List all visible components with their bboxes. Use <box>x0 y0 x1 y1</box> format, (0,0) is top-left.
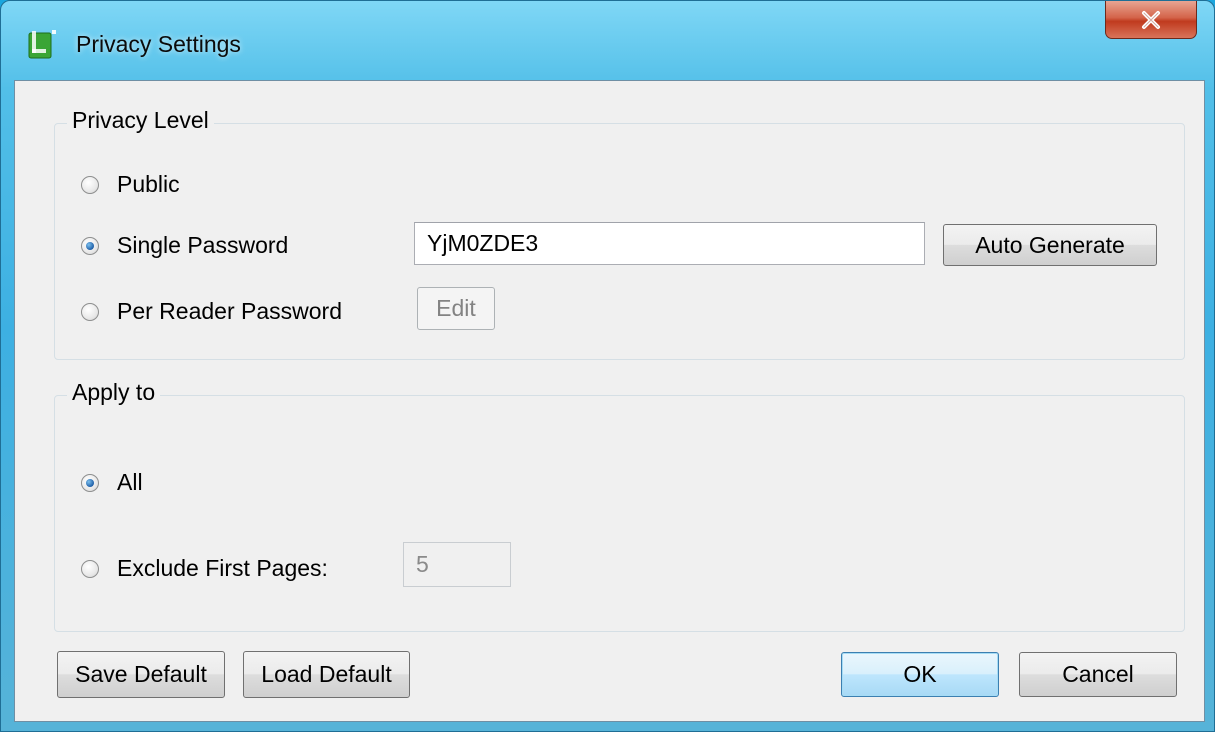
apply-to-group: Apply to All Exclude First Pages: 5 <box>54 379 1185 632</box>
window-frame: Privacy Settings Privacy Level Public Si… <box>0 0 1215 732</box>
privacy-level-group: Privacy Level Public Single Password YjM… <box>54 107 1185 360</box>
privacy-level-legend: Privacy Level <box>67 107 214 134</box>
per-reader-password-label: Per Reader Password <box>117 298 342 324</box>
load-default-button[interactable]: Load Default <box>243 651 410 698</box>
close-icon <box>1142 10 1160 29</box>
public-radio[interactable] <box>81 175 99 194</box>
per-reader-password-radio[interactable] <box>81 302 99 321</box>
app-icon <box>28 30 56 59</box>
exclude-first-pages-radio[interactable] <box>81 559 99 578</box>
cancel-button[interactable]: Cancel <box>1019 652 1177 697</box>
radio-row-public[interactable]: Public <box>81 171 180 198</box>
all-label: All <box>117 469 143 495</box>
single-password-radio[interactable] <box>81 236 99 255</box>
radio-row-exclude-first-pages[interactable]: Exclude First Pages: <box>81 555 328 582</box>
close-button[interactable] <box>1105 1 1197 39</box>
exclude-pages-input[interactable]: 5 <box>403 542 511 587</box>
single-password-label: Single Password <box>117 232 289 258</box>
radio-row-per-reader-password[interactable]: Per Reader Password <box>81 298 342 325</box>
public-label: Public <box>117 171 180 197</box>
radio-row-all[interactable]: All <box>81 469 143 496</box>
all-radio[interactable] <box>81 473 99 492</box>
ok-button[interactable]: OK <box>841 652 999 697</box>
password-input[interactable]: YjM0ZDE3 <box>414 222 925 265</box>
radio-row-single-password[interactable]: Single Password <box>81 232 288 259</box>
edit-button[interactable]: Edit <box>417 287 495 330</box>
auto-generate-button[interactable]: Auto Generate <box>943 224 1157 266</box>
apply-to-legend: Apply to <box>67 379 161 406</box>
dialog-client-area: Privacy Level Public Single Password YjM… <box>14 80 1205 722</box>
exclude-first-pages-label: Exclude First Pages: <box>117 555 328 581</box>
save-default-button[interactable]: Save Default <box>57 651 225 698</box>
window-title: Privacy Settings <box>76 31 241 57</box>
title-bar[interactable]: Privacy Settings <box>1 1 1215 81</box>
